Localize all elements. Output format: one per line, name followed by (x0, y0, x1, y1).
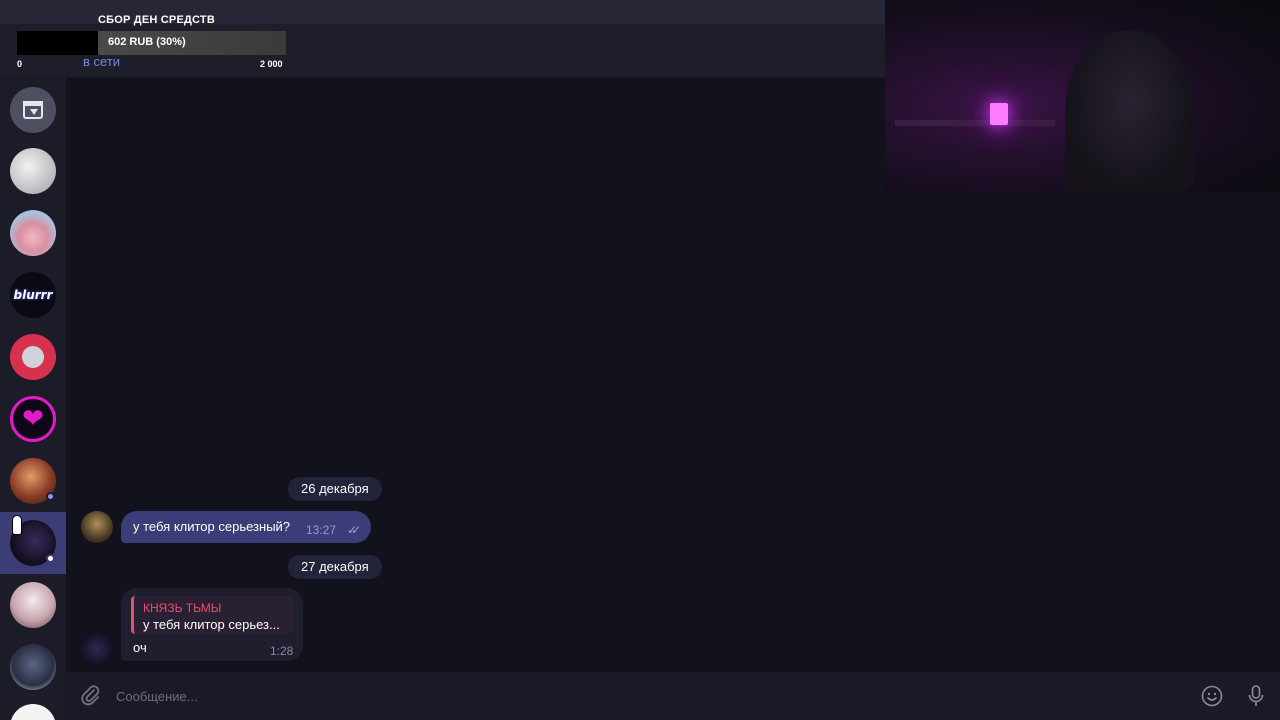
donation-progress-bar: 602 RUB (30%) (17, 31, 286, 55)
online-status: в сети (83, 54, 121, 69)
reply-quote[interactable]: КНЯЗЬ ТЬМЫ у тебя клитор серьез... (131, 596, 293, 634)
avatar-label: blurrr (13, 288, 53, 302)
sidebar-chat-avatar[interactable] (10, 148, 56, 194)
broken-heart-icon: ❤ (22, 404, 44, 434)
message-avatar[interactable] (81, 633, 113, 665)
donation-amount: 602 RUB (30%) (108, 36, 186, 48)
paperclip-icon[interactable] (80, 684, 100, 706)
sidebar-chat-avatar[interactable] (10, 210, 56, 256)
archive-button[interactable] (10, 87, 56, 133)
hand-cursor-icon (12, 515, 22, 535)
donation-max: 2 000 (260, 59, 283, 69)
microphone-icon[interactable] (1246, 684, 1266, 708)
message-text: у тебя клитор серьезный? (133, 519, 291, 534)
reply-text: у тебя клитор серьез... (143, 617, 280, 632)
sidebar-chat-avatar[interactable] (10, 582, 56, 628)
donation-title: СБОР ДЕН СРЕДСТВ (98, 14, 215, 26)
webcam-shelf (895, 120, 1055, 126)
read-checkmarks-icon: ✓✓ (347, 523, 361, 537)
donation-progress-fill (17, 31, 98, 55)
archive-icon (23, 101, 43, 119)
message-bubble-outgoing[interactable]: у тебя клитор серьезный? 13:27 ✓✓ (121, 511, 371, 543)
sidebar-chat-avatar[interactable]: blurrr (10, 272, 56, 318)
message-time: 13:27 (306, 523, 337, 537)
date-separator: 27 декабря (288, 555, 382, 579)
message-text: оч (133, 640, 147, 655)
message-composer (66, 672, 1280, 720)
date-separator: 26 декабря (288, 477, 382, 501)
donation-min: 0 (17, 59, 23, 69)
webcam-overlay (885, 0, 1280, 192)
emoji-icon[interactable] (1201, 685, 1223, 707)
telegram-window: в сети СБОР ДЕН СРЕДСТВ 602 RUB (30%) 0 … (0, 0, 1280, 720)
webcam-lamp (990, 103, 1008, 125)
message-time: 1:28 (270, 644, 294, 658)
sidebar-chat-avatar[interactable] (10, 644, 56, 690)
message-avatar[interactable] (81, 511, 113, 543)
online-indicator (46, 492, 55, 501)
bear-icon (22, 346, 44, 368)
sidebar-chat-avatar[interactable]: ❤ (10, 396, 56, 442)
sidebar-chat-avatar[interactable] (10, 334, 56, 380)
message-bubble-incoming[interactable]: КНЯЗЬ ТЬМЫ у тебя клитор серьез... оч 1:… (121, 588, 303, 661)
reply-author: КНЯЗЬ ТЬМЫ (143, 601, 222, 615)
message-input[interactable] (116, 684, 1176, 708)
webcam-person (1065, 30, 1195, 192)
online-indicator (46, 554, 55, 563)
